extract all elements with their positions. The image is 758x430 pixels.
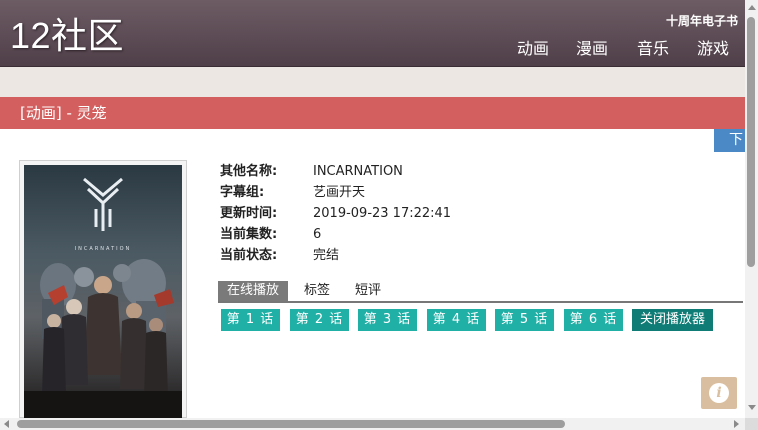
episode-button[interactable]: 第 2 话 — [290, 309, 349, 331]
poster-title: INCARNATION — [75, 246, 132, 252]
info-button[interactable]: i — [701, 377, 737, 409]
tab-tags[interactable]: 标签 — [304, 281, 330, 301]
horizontal-scrollbar[interactable] — [0, 418, 745, 430]
episode-button[interactable]: 第 1 话 — [221, 309, 280, 331]
info-icon: i — [709, 383, 729, 403]
site-logo[interactable]: 12社区 — [10, 14, 124, 58]
horizontal-scroll-thumb[interactable] — [17, 420, 565, 428]
nav-item-anime[interactable]: 动画 — [517, 38, 549, 60]
scroll-up-arrow-icon[interactable] — [748, 5, 756, 10]
title-bar: [动画] - 灵笼 — [0, 97, 745, 129]
info-label: 其他名称: — [220, 164, 278, 179]
poster-artwork: INCARNATION — [24, 165, 182, 419]
episode-button[interactable]: 第 4 话 — [427, 309, 486, 331]
vertical-scrollbar[interactable] — [745, 0, 758, 418]
info-value: 6 — [313, 227, 322, 242]
scrollbar-corner — [745, 418, 758, 430]
vertical-scroll-thumb[interactable] — [747, 17, 755, 267]
info-label: 更新时间: — [220, 206, 278, 221]
tab-short-reviews[interactable]: 短评 — [355, 281, 381, 301]
page-title: [动画] - 灵笼 — [20, 104, 107, 122]
scroll-left-arrow-icon[interactable] — [4, 420, 9, 428]
site-header: 12社区 十周年电子书 动画 漫画 音乐 游戏 — [0, 0, 758, 67]
sub-bar — [0, 67, 758, 97]
info-label: 当前状态: — [220, 248, 278, 263]
episode-button[interactable]: 第 6 话 — [564, 309, 623, 331]
ebook-link[interactable]: 十周年电子书 — [666, 13, 738, 29]
close-player-button[interactable]: 关闭播放器 — [632, 309, 713, 331]
download-tab[interactable]: 下 — [714, 129, 745, 152]
info-value: 2019-09-23 17:22:41 — [313, 206, 452, 221]
nav-item-comics[interactable]: 漫画 — [576, 38, 608, 60]
info-value: 完结 — [313, 248, 340, 263]
poster-frame: INCARNATION — [19, 160, 187, 419]
scroll-right-arrow-icon[interactable] — [734, 420, 739, 428]
nav-item-games[interactable]: 游戏 — [697, 38, 729, 60]
content-tabs: 在线播放 标签 短评 — [218, 281, 743, 303]
info-label: 当前集数: — [220, 227, 278, 242]
info-value[interactable]: 艺画开天 — [313, 183, 365, 203]
episode-button[interactable]: 第 5 话 — [495, 309, 554, 331]
scroll-down-arrow-icon[interactable] — [748, 405, 756, 410]
tab-online-play[interactable]: 在线播放 — [218, 281, 289, 301]
episode-button[interactable]: 第 3 话 — [358, 309, 417, 331]
poster-image: INCARNATION — [24, 165, 182, 419]
info-value: INCARNATION — [313, 164, 403, 179]
info-label: 字幕组: — [220, 185, 265, 200]
nav-item-music[interactable]: 音乐 — [637, 38, 669, 60]
